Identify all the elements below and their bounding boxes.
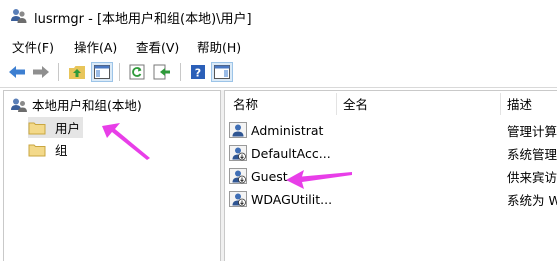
menu-view[interactable]: 查看(V) bbox=[136, 37, 179, 56]
disabled-user-icon bbox=[229, 145, 247, 161]
disabled-user-icon bbox=[229, 191, 247, 207]
user-description: 系统为 W bbox=[507, 192, 557, 208]
column-header-full-name[interactable]: 全名 bbox=[343, 94, 368, 113]
tree-node-label: 用户 bbox=[55, 121, 81, 136]
back-button[interactable] bbox=[6, 62, 28, 82]
user-icon bbox=[229, 122, 247, 138]
column-header-name[interactable]: 名称 bbox=[233, 94, 258, 113]
export-list-icon bbox=[153, 64, 170, 80]
folder-icon bbox=[28, 122, 46, 134]
toolbar-divider bbox=[0, 87, 557, 88]
up-button[interactable] bbox=[66, 62, 88, 82]
menu-help[interactable]: 帮助(H) bbox=[197, 37, 241, 56]
list-item-guest[interactable]: Guest 供来宾访 bbox=[229, 165, 557, 187]
svg-text:?: ? bbox=[195, 67, 201, 80]
up-folder-icon bbox=[69, 66, 85, 79]
back-icon bbox=[9, 66, 25, 78]
user-name: DefaultAcc... bbox=[251, 145, 331, 161]
menu-file[interactable]: 文件(F) bbox=[12, 37, 54, 56]
window-title: lusrmgr - [本地用户和组(本地)\用户] bbox=[34, 12, 252, 27]
export-list-button[interactable] bbox=[151, 62, 173, 82]
tree-root-local-users-groups[interactable]: 本地用户和组(本地) bbox=[10, 95, 142, 114]
forward-button[interactable] bbox=[30, 62, 52, 82]
disabled-user-icon bbox=[229, 168, 247, 184]
refresh-button[interactable] bbox=[126, 62, 148, 82]
column-header-description[interactable]: 描述 bbox=[507, 94, 532, 113]
forward-icon bbox=[33, 66, 49, 78]
show-hide-tree-button[interactable] bbox=[91, 62, 113, 82]
user-name: Administrat bbox=[251, 122, 324, 138]
tree-node-label: 组 bbox=[55, 143, 68, 158]
user-description: 供来宾访 bbox=[507, 169, 557, 185]
tree-pane[interactable]: 本地用户和组(本地) 用户 组 bbox=[3, 90, 221, 261]
list-item-wdagutilityaccount[interactable]: WDAGUtilit... 系统为 W bbox=[229, 188, 557, 210]
title-bar: lusrmgr - [本地用户和组(本地)\用户] bbox=[0, 0, 557, 32]
user-description: 管理计算 bbox=[507, 123, 557, 139]
user-name: WDAGUtilit... bbox=[251, 191, 333, 207]
action-pane-icon bbox=[214, 65, 230, 79]
column-divider[interactable] bbox=[336, 93, 337, 115]
computer-users-icon bbox=[11, 98, 27, 112]
menu-action[interactable]: 操作(A) bbox=[74, 37, 117, 56]
toolbar-separator bbox=[180, 63, 181, 81]
user-name: Guest bbox=[251, 168, 288, 184]
toolbar-separator bbox=[58, 63, 59, 81]
list-pane[interactable]: 名称 全名 描述 Administrat 管理计算 DefaultAcc... … bbox=[224, 90, 557, 261]
tree-root-label: 本地用户和组(本地) bbox=[32, 98, 142, 113]
users-app-icon bbox=[11, 9, 27, 23]
folder-icon bbox=[28, 144, 46, 156]
refresh-icon bbox=[129, 64, 145, 80]
help-button[interactable]: ? bbox=[187, 62, 209, 82]
list-item-administrator[interactable]: Administrat 管理计算 bbox=[229, 119, 557, 141]
toolbar-separator bbox=[119, 63, 120, 81]
user-description: 系统管理 bbox=[507, 146, 557, 162]
tree-node-groups[interactable]: 组 bbox=[28, 139, 71, 160]
help-icon: ? bbox=[191, 65, 205, 80]
column-divider[interactable] bbox=[500, 93, 501, 115]
action-pane-button[interactable] bbox=[211, 62, 233, 82]
tree-node-users[interactable]: 用户 bbox=[28, 117, 84, 138]
menu-bar: 文件(F) 操作(A) 查看(V) 帮助(H) bbox=[0, 34, 557, 56]
show-hide-tree-icon bbox=[94, 65, 110, 79]
toolbar: ? bbox=[0, 58, 557, 86]
list-item-defaultaccount[interactable]: DefaultAcc... 系统管理 bbox=[229, 142, 557, 164]
